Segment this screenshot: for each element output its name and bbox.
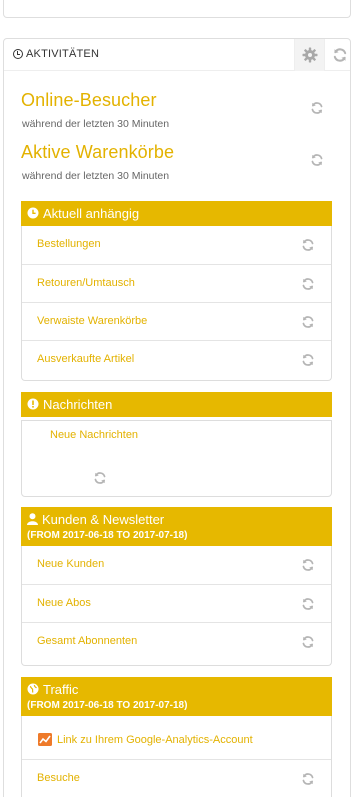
- list-item[interactable]: Retouren/Umtausch: [22, 264, 331, 302]
- list-item[interactable]: Neue Kunden: [22, 546, 331, 584]
- list-item[interactable]: Gesamt Abonnenten: [22, 622, 331, 660]
- traffic-section-title: Traffic: [43, 681, 79, 697]
- refresh-icon: [332, 47, 348, 63]
- refresh-icon[interactable]: [301, 597, 315, 611]
- globe-icon: [27, 683, 39, 695]
- exclamation-circle-icon: [27, 398, 39, 410]
- new-customers-link[interactable]: Neue Kunden: [37, 558, 104, 570]
- refresh-icon[interactable]: [301, 238, 315, 252]
- active-carts-link[interactable]: Aktive Warenkörbe: [21, 142, 174, 163]
- refresh-icon[interactable]: [301, 353, 315, 367]
- panel-title: AKTIVITÄTEN: [13, 48, 99, 60]
- pending-out-of-stock-link[interactable]: Ausverkaufte Artikel: [37, 353, 134, 365]
- traffic-date-range: (FROM 2017-06-18 TO 2017-07-18): [27, 700, 188, 711]
- refresh-button[interactable]: [324, 39, 351, 71]
- online-visitors-link[interactable]: Online-Besucher: [21, 90, 157, 111]
- customers-date-range: (FROM 2017-06-18 TO 2017-07-18): [27, 530, 188, 541]
- messages-section-header: Nachrichten: [21, 392, 332, 417]
- active-carts-refresh-icon[interactable]: [310, 153, 324, 167]
- traffic-section-header: Traffic (FROM 2017-06-18 TO 2017-07-18): [21, 677, 332, 716]
- pending-list: Bestellungen Retouren/Umtausch Verwaiste…: [21, 226, 332, 381]
- gear-icon: [302, 47, 317, 63]
- traffic-list: Link zu Ihrem Google-Analytics-Account B…: [21, 716, 332, 797]
- total-subscribers-link[interactable]: Gesamt Abonnenten: [37, 635, 137, 647]
- user-icon: [27, 513, 38, 525]
- google-analytics-link[interactable]: Link zu Ihrem Google-Analytics-Account: [57, 734, 253, 746]
- pending-returns-link[interactable]: Retouren/Umtausch: [37, 277, 135, 289]
- refresh-icon[interactable]: [301, 315, 315, 329]
- list-item[interactable]: Neue Abos: [22, 584, 331, 622]
- online-visitors-subtitle: während der letzten 30 Minuten: [22, 118, 170, 130]
- active-carts-subtitle: während der letzten 30 Minuten: [22, 170, 170, 182]
- customers-list: Neue Kunden Neue Abos Gesamt Abonnenten: [21, 546, 332, 666]
- pending-section-header: Aktuell anhängig: [21, 201, 332, 226]
- list-item[interactable]: Link zu Ihrem Google-Analytics-Account: [22, 716, 331, 759]
- previous-widget-card: [3, 0, 351, 18]
- refresh-icon[interactable]: [301, 558, 315, 572]
- google-analytics-icon: [38, 733, 52, 746]
- visits-link[interactable]: Besuche: [37, 772, 80, 784]
- pending-section-title: Aktuell anhängig: [43, 205, 140, 221]
- messages-section-title: Nachrichten: [43, 396, 113, 412]
- panel-header: AKTIVITÄTEN: [4, 39, 350, 71]
- customers-section-title: Kunden & Newsletter: [42, 511, 165, 527]
- new-subscriptions-link[interactable]: Neue Abos: [37, 597, 91, 609]
- clock-icon: [27, 207, 39, 219]
- messages-box: Neue Nachrichten: [21, 420, 332, 497]
- configure-button[interactable]: [294, 39, 324, 71]
- list-item[interactable]: Besuche: [22, 759, 331, 797]
- panel-title-text: AKTIVITÄTEN: [26, 48, 100, 60]
- list-item[interactable]: Ausverkaufte Artikel: [22, 340, 331, 378]
- pending-abandoned-carts-link[interactable]: Verwaiste Warenkörbe: [37, 315, 147, 327]
- list-item[interactable]: Bestellungen: [22, 226, 331, 264]
- list-item[interactable]: Verwaiste Warenkörbe: [22, 302, 331, 340]
- refresh-icon[interactable]: [301, 635, 315, 649]
- new-messages-refresh-icon[interactable]: [93, 471, 107, 485]
- clock-icon: [13, 49, 23, 59]
- new-messages-link[interactable]: Neue Nachrichten: [50, 429, 138, 441]
- online-visitors-refresh-icon[interactable]: [310, 101, 324, 115]
- refresh-icon[interactable]: [301, 772, 315, 786]
- customers-section-header: Kunden & Newsletter (FROM 2017-06-18 TO …: [21, 507, 332, 546]
- pending-orders-link[interactable]: Bestellungen: [37, 238, 101, 250]
- refresh-icon[interactable]: [301, 277, 315, 291]
